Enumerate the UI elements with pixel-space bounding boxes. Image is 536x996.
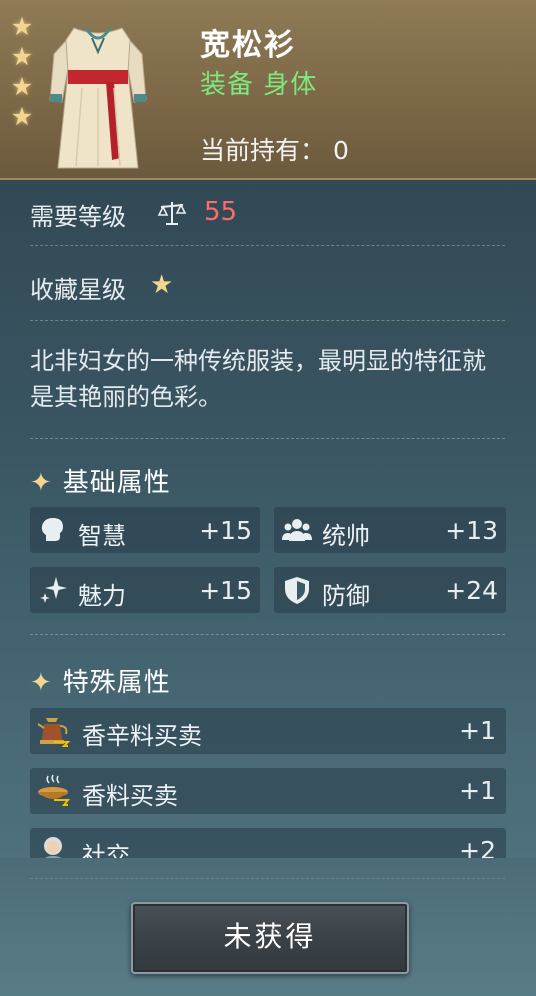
attribute-label: 统帅 <box>322 522 370 550</box>
special-attributes-list[interactable]: 香辛料买卖 +1 香料买卖 +1 社交 +2 <box>0 700 536 858</box>
star-icon: ★ <box>150 270 174 300</box>
special-attribute-label: 香辛料买卖 <box>82 722 202 750</box>
item-name: 宽松衫 <box>200 28 296 63</box>
special-attribute-value: +1 <box>459 776 496 805</box>
required-level-label: 需要等级 <box>30 203 126 231</box>
person-portrait-icon <box>44 837 62 858</box>
special-attributes-title: 特殊属性 <box>62 668 171 698</box>
star-icon: ★ <box>10 102 34 131</box>
attribute-label: 魅力 <box>78 582 126 610</box>
attribute-label: 防御 <box>322 582 370 610</box>
star-icon: ★ <box>10 72 34 101</box>
rarity-stars: ★ ★ ★ ★ <box>8 12 36 132</box>
coffee-pot-icon <box>37 718 71 747</box>
star-icon: ★ <box>10 42 34 71</box>
special-attribute-value: +2 <box>459 836 496 858</box>
item-header: ★ ★ ★ ★ 宽松衫 装备 身体 当前持有： 0 <box>0 0 536 180</box>
not-obtained-button[interactable]: 未获得 <box>131 902 409 974</box>
sparkle-icon: ✦ <box>30 668 53 698</box>
special-attribute-label: 社交 <box>82 842 130 858</box>
item-detail-panel: ★ ★ ★ ★ 宽松衫 装备 身体 当前持有： 0 需要等级 55 收藏星级 ★… <box>0 0 536 996</box>
attribute-value: +13 <box>445 516 498 545</box>
base-attributes-title: 基础属性 <box>62 468 171 498</box>
attribute-charm: 魅力 +15 <box>30 567 260 613</box>
shield-icon <box>285 577 309 604</box>
owned-label: 当前持有： <box>200 136 326 165</box>
attribute-defense: 防御 +24 <box>274 567 506 613</box>
special-attribute-value: +1 <box>459 716 496 745</box>
attribute-wisdom: 智慧 +15 <box>30 507 260 553</box>
head-silhouette-icon <box>41 518 63 541</box>
sparkles-icon <box>40 577 67 603</box>
balance-scale-icon <box>157 202 187 225</box>
group-people-icon <box>282 519 312 541</box>
sparkle-icon: ✦ <box>30 468 53 498</box>
special-attribute-spice-trade: 香辛料买卖 +1 <box>30 708 506 754</box>
required-level-value: 55 <box>204 197 238 227</box>
item-type: 装备 身体 <box>200 70 318 100</box>
special-attribute-label: 香料买卖 <box>82 782 178 810</box>
owned-count-row: 当前持有： 0 <box>200 131 349 167</box>
attribute-value: +15 <box>199 576 252 605</box>
divider <box>30 320 505 321</box>
star-icon: ★ <box>10 12 34 41</box>
divider <box>30 438 505 439</box>
item-description: 北非妇女的一种传统服装，最明显的特征就是其艳丽的色彩。 <box>30 347 486 411</box>
special-attribute-social: 社交 +2 <box>30 828 506 858</box>
divider <box>30 634 505 635</box>
attribute-label: 智慧 <box>78 522 126 550</box>
special-attributes-header: ✦ 特殊属性 <box>30 662 171 699</box>
owned-count: 0 <box>333 136 349 165</box>
collection-stars-label: 收藏星级 <box>30 276 126 304</box>
robe-item-image <box>49 27 147 169</box>
base-attributes-header: ✦ 基础属性 <box>30 462 171 499</box>
divider <box>30 245 505 246</box>
attribute-value: +24 <box>445 576 498 605</box>
attribute-value: +15 <box>199 516 252 545</box>
attribute-command: 统帅 +13 <box>274 507 506 553</box>
special-attribute-perfume-trade: 香料买卖 +1 <box>30 768 506 814</box>
spice-bowl-icon <box>38 774 71 806</box>
